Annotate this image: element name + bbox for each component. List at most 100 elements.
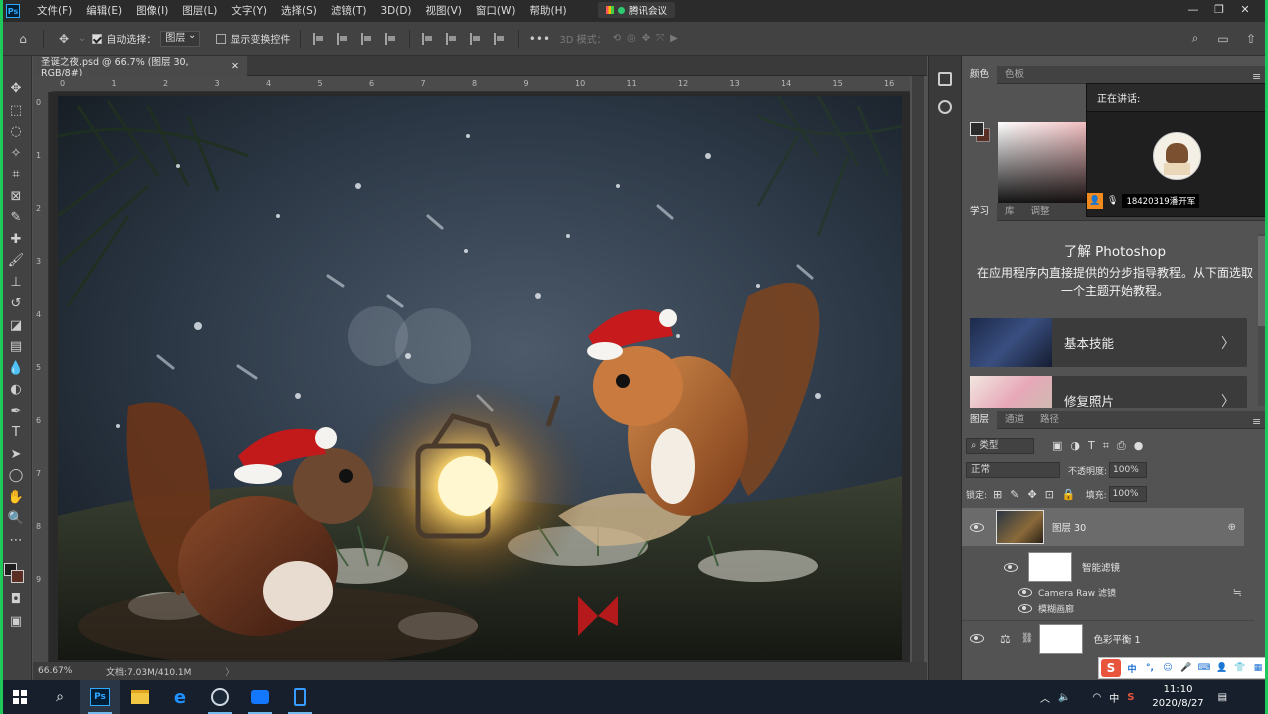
sogou-logo-icon[interactable]: S: [1101, 659, 1121, 677]
layer-filter-icons[interactable]: ▣◑T⌗⎙●: [1052, 439, 1151, 453]
3d-mode-icons[interactable]: ⟲◎✥⤧▶: [613, 33, 684, 44]
tencent-meeting-icon[interactable]: [240, 680, 280, 714]
background-color-swatch[interactable]: [11, 570, 24, 583]
close-icon[interactable]: ✕: [1232, 0, 1258, 22]
minimize-icon[interactable]: —: [1180, 0, 1206, 22]
foreground-color-swatch[interactable]: [970, 122, 984, 136]
menu-image[interactable]: 图像(I): [129, 0, 175, 22]
menu-select[interactable]: 选择(S): [274, 0, 324, 22]
pen-tool-icon[interactable]: ✒: [0, 401, 32, 423]
horizontal-ruler[interactable]: 0 1 2 3 4 5 6 7 8 9 10 11 12 13 14 15 16: [52, 76, 910, 92]
more-options-icon[interactable]: •••: [529, 30, 550, 48]
sogou-tray-icon[interactable]: S: [1127, 692, 1134, 703]
tab-libraries[interactable]: 库: [997, 203, 1023, 221]
align-left-icon[interactable]: [313, 32, 325, 45]
menu-filter[interactable]: 滤镜(T): [324, 0, 374, 22]
phone-app-icon[interactable]: [280, 680, 320, 714]
home-icon[interactable]: ⌂: [14, 30, 32, 48]
status-arrow-icon[interactable]: 〉: [225, 665, 234, 678]
document-tab[interactable]: 圣诞之夜.psd @ 66.7% (图层 30, RGB/8#) ✕: [33, 56, 247, 79]
menu-window[interactable]: 窗口(W): [469, 0, 523, 22]
auto-select-dropdown[interactable]: 图层: [160, 29, 201, 47]
align-right-icon[interactable]: [361, 32, 373, 45]
lock-icons[interactable]: ⊞✎✥⊡🔒: [993, 488, 1084, 501]
tab-learn[interactable]: 学习: [962, 202, 998, 221]
eraser-tool-icon[interactable]: ◪: [0, 315, 32, 337]
screen-mode-icon[interactable]: ▣: [0, 611, 32, 633]
menu-file[interactable]: 文件(F): [30, 0, 79, 22]
ime-skin-icon[interactable]: 👕: [1233, 661, 1247, 675]
quick-mask-icon[interactable]: ◘: [0, 589, 32, 611]
tab-adjustments[interactable]: 调整: [1023, 203, 1058, 221]
blend-mode-dropdown[interactable]: 正常: [966, 462, 1060, 478]
menu-3d[interactable]: 3D(D): [373, 0, 418, 22]
filter-row[interactable]: Camera Raw 滤镜 ≒: [962, 584, 1254, 600]
search-icon[interactable]: ⌕: [1186, 30, 1204, 48]
menu-view[interactable]: 视图(V): [419, 0, 469, 22]
edit-toolbar-icon[interactable]: ⋯: [0, 530, 32, 552]
blur-tool-icon[interactable]: 💧: [0, 358, 32, 380]
filter-options-icon[interactable]: ≒: [1233, 586, 1242, 599]
network-icon[interactable]: ◠: [1092, 692, 1101, 703]
opacity-input[interactable]: 100%: [1109, 462, 1148, 478]
ime-user-icon[interactable]: 👤: [1215, 661, 1229, 675]
ime-voice-icon[interactable]: 🎤: [1179, 661, 1193, 675]
file-explorer-icon[interactable]: [120, 680, 160, 714]
photoshop-taskbar-icon[interactable]: Ps: [80, 680, 120, 714]
lasso-tool-icon[interactable]: ◌: [0, 121, 32, 143]
layers-panel-menu-icon[interactable]: ≡: [1252, 415, 1261, 428]
stamp-tool-icon[interactable]: ⊥: [0, 272, 32, 294]
healing-tool-icon[interactable]: ✚: [0, 229, 32, 251]
visibility-eye-icon[interactable]: [1004, 562, 1018, 572]
link-icon[interactable]: ⛓: [1021, 633, 1034, 644]
learn-card-basic-skills[interactable]: 基本技能 〉: [970, 318, 1247, 367]
color-swatches[interactable]: [0, 551, 31, 589]
history-brush-icon[interactable]: ↺: [0, 293, 32, 315]
zoom-tool-icon[interactable]: 🔍: [0, 508, 32, 530]
crop-tool-icon[interactable]: ⌗: [0, 164, 32, 186]
history-panel-icon[interactable]: [938, 72, 952, 86]
align-top-icon[interactable]: [422, 32, 434, 45]
tab-color[interactable]: 颜色: [962, 65, 998, 84]
volume-icon[interactable]: 🔈: [1058, 692, 1070, 703]
layer-row[interactable]: 智能滤镜: [962, 550, 1254, 584]
visibility-eye-icon[interactable]: [1018, 603, 1032, 613]
shape-tool-icon[interactable]: ◯: [0, 465, 32, 487]
ime-emoji-icon[interactable]: ☺: [1161, 661, 1175, 675]
menu-layer[interactable]: 图层(L): [175, 0, 224, 22]
align-center-icon[interactable]: [337, 32, 349, 45]
layer-row-selected[interactable]: 图层 30 ⊕: [962, 508, 1244, 546]
hand-tool-icon[interactable]: ✋: [0, 487, 32, 509]
move-tool-icon[interactable]: ✥: [55, 30, 73, 48]
canvas-vertical-scrollbar[interactable]: [912, 76, 924, 662]
marquee-tool-icon[interactable]: ⬚: [0, 100, 32, 122]
visibility-eye-icon[interactable]: [970, 634, 984, 643]
tab-layers[interactable]: 图层: [962, 410, 998, 429]
magic-wand-tool-icon[interactable]: ✧: [0, 143, 32, 165]
menu-type[interactable]: 文字(Y): [224, 0, 274, 22]
meeting-speaker-popup[interactable]: 正在讲话: 👤 🎙 18420319潘开军: [1086, 83, 1268, 217]
ime-toolbox-icon[interactable]: ▦: [1251, 661, 1265, 675]
distribute-icon[interactable]: [385, 32, 397, 45]
share-icon[interactable]: ⇧: [1242, 30, 1260, 48]
ime-mode[interactable]: 中: [1125, 661, 1139, 675]
close-tab-icon[interactable]: ✕: [231, 61, 239, 72]
align-middle-icon[interactable]: [446, 32, 458, 45]
ime-keyboard-icon[interactable]: ⌨: [1197, 661, 1211, 675]
learn-card-fix-photo[interactable]: 修复照片 〉: [970, 376, 1247, 408]
zoom-level[interactable]: 66.67%: [38, 666, 100, 676]
fill-input[interactable]: 100%: [1108, 486, 1147, 502]
eyedropper-tool-icon[interactable]: ✎: [0, 207, 32, 229]
filter-row[interactable]: 模糊画廊: [962, 600, 1254, 616]
layer-filter-dropdown[interactable]: ⌕ 类型: [966, 438, 1034, 454]
ime-punctuation[interactable]: °,: [1143, 661, 1157, 675]
properties-panel-icon[interactable]: [938, 100, 952, 114]
edge-browser-icon[interactable]: e: [160, 680, 200, 714]
clock[interactable]: 11:10 2020/8/27: [1152, 683, 1203, 711]
menu-edit[interactable]: 编辑(E): [79, 0, 129, 22]
visibility-eye-icon[interactable]: [1018, 587, 1032, 597]
visibility-eye-icon[interactable]: [970, 522, 984, 532]
tab-channels[interactable]: 通道: [997, 411, 1032, 429]
menu-help[interactable]: 帮助(H): [523, 0, 574, 22]
align-bottom-icon[interactable]: [470, 32, 482, 45]
